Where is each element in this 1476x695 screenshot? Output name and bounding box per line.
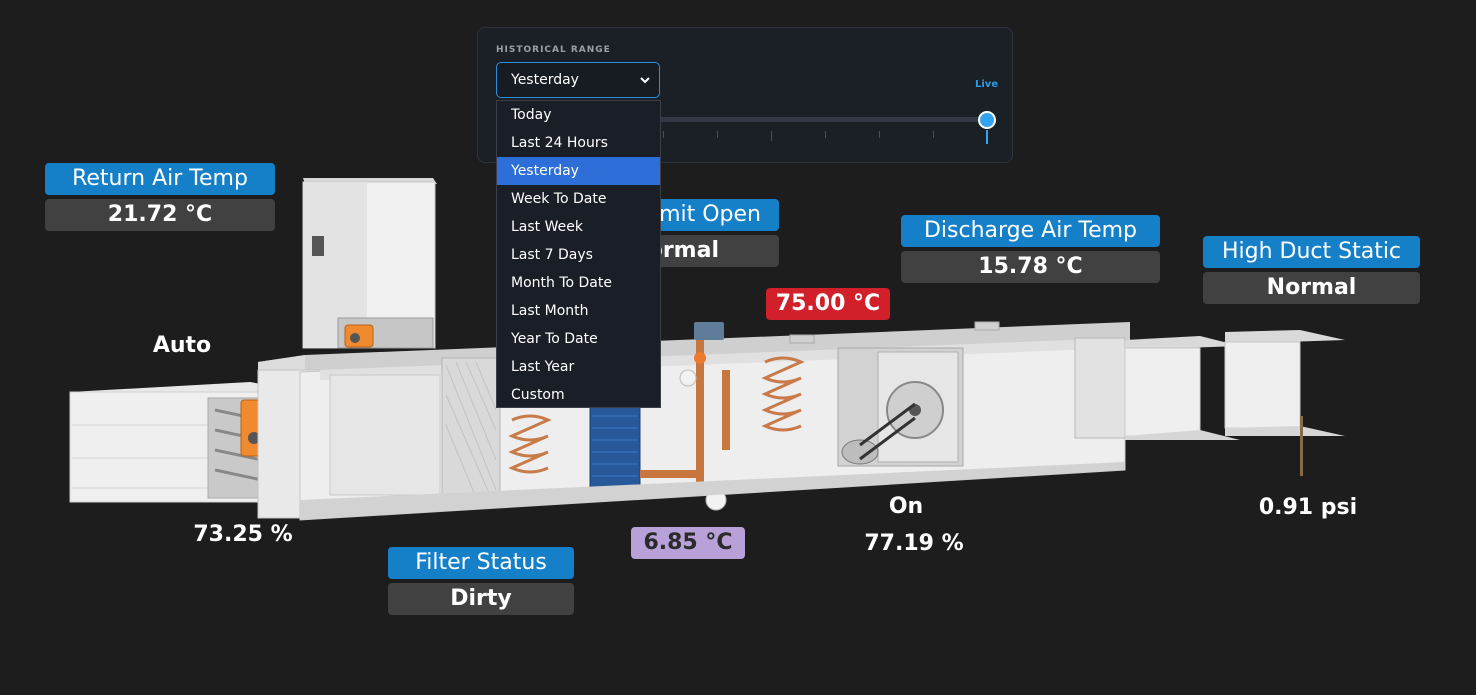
range-option-year-to-date[interactable]: Year To Date (497, 325, 660, 353)
slider-tick (717, 131, 718, 138)
range-option-week-to-date[interactable]: Week To Date (497, 185, 660, 213)
supply-duct (1124, 330, 1345, 476)
range-option-yesterday[interactable]: Yesterday (497, 157, 660, 185)
heating-coil-temp[interactable]: 75.00 °C (766, 288, 890, 320)
slider-tick (663, 131, 664, 138)
slider-tick (933, 131, 934, 138)
ahu-cabinet (257, 321, 1130, 521)
high-duct-static-value[interactable]: Normal (1203, 272, 1420, 304)
range-option-last-year[interactable]: Last Year (497, 353, 660, 381)
return-air-temp-label: Return Air Temp (45, 163, 275, 195)
slider-tick-live (986, 130, 988, 144)
time-slider-thumb[interactable] (978, 111, 996, 129)
fan-status[interactable]: On (856, 494, 956, 519)
slider-tick (879, 131, 880, 138)
damper-position[interactable]: 73.25 % (183, 522, 303, 547)
range-title: HISTORICAL RANGE (496, 45, 611, 55)
range-option-custom[interactable]: Custom (497, 381, 660, 409)
return-air-temp-value[interactable]: 21.72 °C (45, 199, 275, 231)
range-option-last-month[interactable]: Last Month (497, 297, 660, 325)
range-option-last-week[interactable]: Last Week (497, 213, 660, 241)
filter-status-label: Filter Status (388, 547, 574, 579)
slider-tick (771, 131, 772, 141)
discharge-air-temp-value[interactable]: 15.78 °C (901, 251, 1160, 283)
range-option-last-7-days[interactable]: Last 7 Days (497, 241, 660, 269)
duct-static-pressure[interactable]: 0.91 psi (1248, 495, 1368, 520)
range-option-today[interactable]: Today (497, 101, 660, 129)
return-hood (302, 178, 437, 349)
range-dropdown-list: Today Last 24 Hours Yesterday Week To Da… (496, 100, 661, 408)
range-option-month-to-date[interactable]: Month To Date (497, 269, 660, 297)
filter-status-value[interactable]: Dirty (388, 583, 574, 615)
high-duct-static-label: High Duct Static (1203, 236, 1420, 268)
fan-speed[interactable]: 77.19 % (849, 531, 979, 556)
slider-tick (825, 131, 826, 138)
discharge-air-temp-label: Discharge Air Temp (901, 215, 1160, 247)
damper-mode[interactable]: Auto (132, 333, 232, 358)
cooling-coil-temp[interactable]: 6.85 °C (631, 527, 745, 559)
range-select[interactable]: Yesterday (496, 62, 660, 98)
range-option-last-24-hours[interactable]: Last 24 Hours (497, 129, 660, 157)
range-selected-value: Yesterday (511, 72, 579, 88)
live-label[interactable]: Live (975, 79, 998, 90)
